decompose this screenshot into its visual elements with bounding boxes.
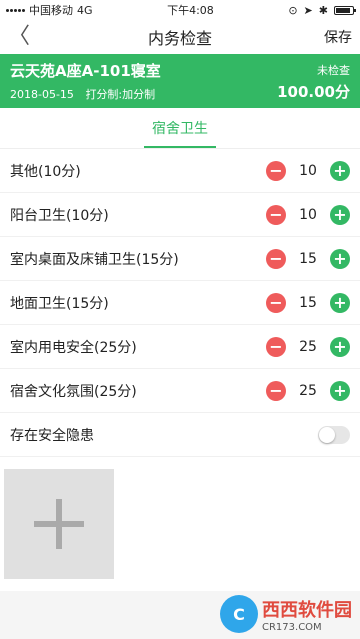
- plus-icon[interactable]: +: [330, 380, 350, 401]
- item-label: 宿舍文化氛围(25分): [10, 383, 137, 400]
- status-time: 下午4:08: [167, 4, 214, 17]
- score-list: 其他(10分) − 10 + 阳台卫生(10分) − 10 + 室内桌面及床铺卫…: [0, 149, 360, 457]
- score-row: 其他(10分) − 10 +: [0, 149, 360, 193]
- add-photo-icon-vertical: [56, 499, 62, 549]
- quantity-stepper: − 25 +: [266, 380, 350, 401]
- battery-icon: [333, 5, 356, 15]
- score-row: 阳台卫生(10分) − 10 +: [0, 193, 360, 237]
- room-title: 云天苑A座A-101寝室: [10, 62, 161, 80]
- item-value: 10: [299, 162, 317, 179]
- item-label: 地面卫生(15分): [10, 295, 109, 312]
- tab-bar: 宿舍卫生: [0, 108, 360, 149]
- item-label: 室内桌面及床铺卫生(15分): [10, 251, 179, 268]
- lock-icon: ⊙: [288, 3, 298, 17]
- plus-icon[interactable]: +: [330, 160, 350, 181]
- signal-icon: [6, 8, 25, 12]
- item-value: 15: [299, 294, 317, 311]
- minus-icon[interactable]: −: [266, 248, 286, 269]
- hazard-label: 存在安全隐患: [10, 427, 94, 444]
- back-arrow-icon[interactable]: 〈: [8, 20, 48, 54]
- plus-icon[interactable]: +: [330, 292, 350, 313]
- page-title: 内务检查: [147, 29, 212, 48]
- score-row: 室内用电安全(25分) − 25 +: [0, 325, 360, 369]
- watermark-main: 西西软件园: [262, 599, 352, 621]
- watermark: C 西西软件园 CR173.COM: [220, 595, 352, 633]
- score-row: 宿舍文化氛围(25分) − 25 +: [0, 369, 360, 413]
- item-value: 25: [299, 338, 317, 355]
- watermark-sub: CR173.COM: [262, 621, 322, 633]
- score-row: 室内桌面及床铺卫生(15分) − 15 +: [0, 237, 360, 281]
- score-row: 地面卫生(15分) − 15 +: [0, 281, 360, 325]
- plus-icon[interactable]: +: [330, 248, 350, 269]
- toggle-icon[interactable]: [318, 425, 350, 444]
- minus-icon[interactable]: −: [266, 380, 286, 401]
- nav-bar: 〈 内务检查 保存: [0, 20, 360, 54]
- item-value: 15: [299, 250, 317, 267]
- item-value: 10: [299, 206, 317, 223]
- quantity-stepper: − 10 +: [266, 160, 350, 181]
- quantity-stepper: − 25 +: [266, 336, 350, 357]
- watermark-logo-icon: C: [220, 595, 258, 633]
- watermark-text: 西西软件园 CR173.COM: [262, 596, 352, 633]
- toggle-knob: [319, 426, 335, 443]
- plus-icon[interactable]: +: [330, 204, 350, 225]
- minus-icon[interactable]: −: [266, 160, 286, 181]
- add-photo-button[interactable]: [4, 469, 114, 579]
- status-left: 中国移动 4G: [6, 2, 93, 18]
- tab-dorm-hygiene[interactable]: 宿舍卫生: [144, 118, 216, 148]
- safety-hazard-row: 存在安全隐患: [0, 413, 360, 457]
- quantity-stepper: − 10 +: [266, 204, 350, 225]
- bluetooth-icon: ✱: [318, 3, 328, 17]
- quantity-stepper: − 15 +: [266, 292, 350, 313]
- item-value: 25: [299, 382, 317, 399]
- inspection-date: 2018-05-15: [10, 88, 74, 101]
- footer-strip: C 西西软件园 CR173.COM: [0, 591, 360, 639]
- location-icon: ➤: [303, 3, 313, 17]
- minus-icon[interactable]: −: [266, 292, 286, 313]
- carrier-name: 中国移动: [29, 4, 73, 17]
- status-bar: 中国移动 4G 下午4:08 ⊙ ➤ ✱: [0, 0, 360, 20]
- total-score: 100.00分: [277, 83, 350, 101]
- item-label: 其他(10分): [10, 163, 81, 180]
- quantity-stepper: − 15 +: [266, 248, 350, 269]
- minus-icon[interactable]: −: [266, 336, 286, 357]
- item-label: 室内用电安全(25分): [10, 339, 137, 356]
- save-button[interactable]: 保存: [312, 27, 352, 47]
- scoring-mode: 打分制:加分制: [85, 88, 156, 101]
- status-right: ⊙ ➤ ✱: [288, 3, 356, 17]
- room-banner: 云天苑A座A-101寝室 2018-05-15 打分制:加分制 未检查 100.…: [0, 54, 360, 108]
- photo-area: [0, 457, 360, 593]
- minus-icon[interactable]: −: [266, 204, 286, 225]
- network-type: 4G: [77, 3, 93, 17]
- inspection-status: 未检查: [317, 64, 350, 77]
- item-label: 阳台卫生(10分): [10, 207, 109, 224]
- plus-icon[interactable]: +: [330, 336, 350, 357]
